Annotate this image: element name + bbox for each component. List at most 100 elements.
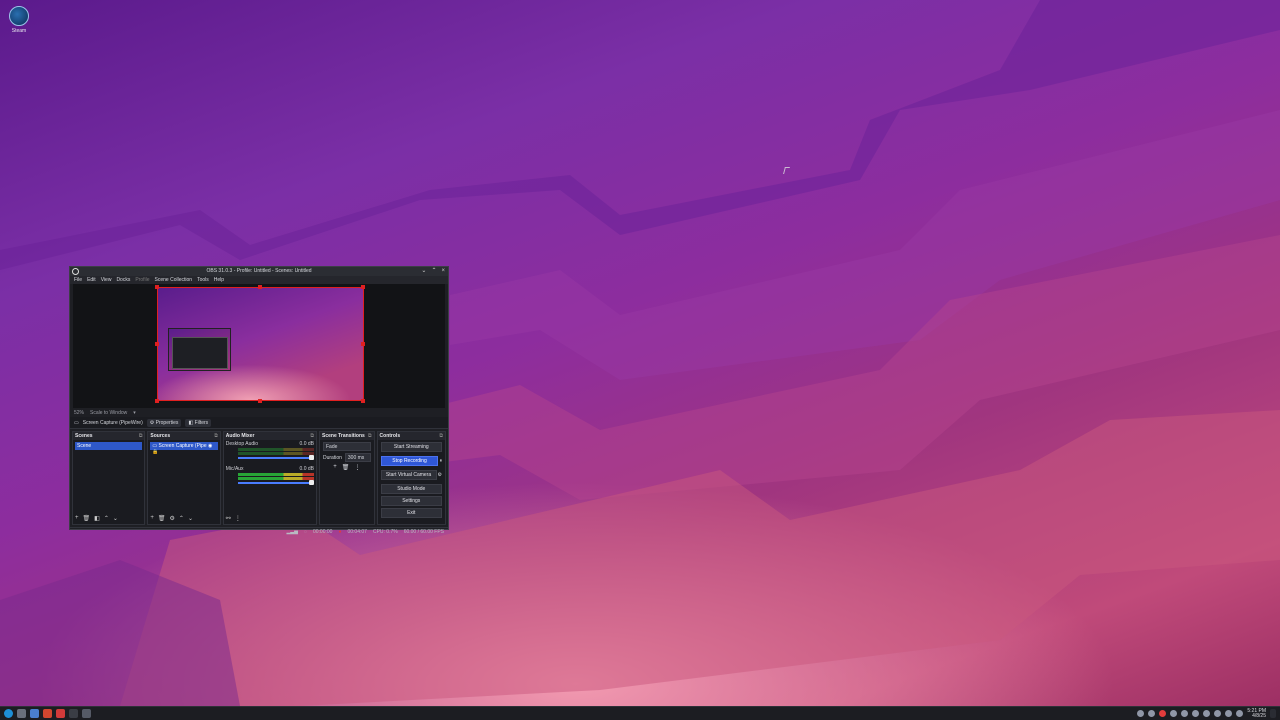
lock-icon[interactable]: 🔒	[152, 449, 158, 455]
transition-select[interactable]: Fade	[323, 442, 371, 451]
show-desktop-icon[interactable]	[1270, 709, 1276, 718]
close-icon[interactable]: ×	[441, 267, 445, 276]
volume-meter	[237, 448, 314, 451]
preview-canvas[interactable]	[73, 284, 445, 408]
stop-recording-button[interactable]: Stop Recording	[380, 456, 439, 466]
stream-time: 00:00:00	[312, 529, 333, 535]
dock-float-icon[interactable]: ⧉	[368, 432, 372, 440]
scenes-dock: Scenes ⧉ Scene + 🗑 ◧ ⌃ ⌄	[72, 431, 146, 525]
add-icon[interactable]: +	[75, 515, 79, 522]
dock-float-icon[interactable]: ⧉	[310, 432, 314, 440]
desktop-icon-steam[interactable]: Steam	[6, 6, 32, 34]
start-virtual-camera-button[interactable]: Start Virtual Camera	[380, 470, 437, 480]
notifications-tray-icon[interactable]	[1214, 710, 1222, 717]
app-launcher-icon[interactable]	[4, 709, 13, 718]
volume-tray-icon[interactable]	[1181, 710, 1189, 717]
more-options-icon[interactable]: ⋮	[354, 464, 360, 471]
move-up-icon[interactable]: ⌃	[179, 515, 184, 522]
move-up-icon[interactable]: ⌃	[104, 515, 109, 522]
steam-tray-icon[interactable]	[1137, 710, 1145, 717]
monitor-icon: ▭	[74, 419, 79, 426]
resize-handle[interactable]	[155, 342, 159, 346]
menu-edit[interactable]: Edit	[87, 276, 96, 284]
terminal-icon[interactable]	[69, 709, 78, 718]
menu-file[interactable]: File	[74, 276, 82, 284]
gear-icon[interactable]: ⚙	[170, 515, 175, 522]
filter-icon[interactable]: ◧	[94, 515, 100, 522]
menu-help[interactable]: Help	[214, 276, 224, 284]
clipboard-tray-icon[interactable]	[1170, 710, 1178, 717]
trash-icon[interactable]: 🗑	[342, 464, 350, 471]
scale-mode-select[interactable]: Scale to Window	[90, 409, 127, 417]
scene-transitions-title: Scene Transitions	[322, 433, 365, 439]
browser-icon[interactable]	[43, 709, 52, 718]
start-streaming-button[interactable]: Start Streaming	[380, 442, 442, 452]
menu-profile[interactable]: Profile	[135, 276, 149, 284]
channel-name: Mic/Aux	[225, 466, 244, 472]
steam-icon	[9, 6, 29, 26]
resize-handle[interactable]	[155, 399, 159, 403]
resize-handle[interactable]	[361, 342, 365, 346]
bluetooth-tray-icon[interactable]	[1192, 710, 1200, 717]
filter-icon: ◧	[188, 419, 194, 426]
resize-handle[interactable]	[361, 399, 365, 403]
channel-db: 0.0 dB	[299, 441, 314, 447]
selected-source-name: Screen Capture (PipeWire)	[82, 419, 143, 426]
dock-float-icon[interactable]: ⧉	[139, 432, 143, 440]
menu-tools[interactable]: Tools	[197, 276, 209, 284]
add-icon[interactable]: +	[150, 515, 154, 522]
volume-slider[interactable]	[237, 455, 315, 460]
move-down-icon[interactable]: ⌄	[113, 515, 118, 522]
task-switcher-icon[interactable]	[17, 709, 26, 718]
resize-handle[interactable]	[155, 285, 159, 289]
media-app-icon[interactable]	[56, 709, 65, 718]
menu-docks[interactable]: Docks	[116, 276, 130, 284]
obs-window[interactable]: OBS 31.0.3 - Profile: Untitled - Scenes:…	[69, 266, 449, 535]
visibility-eye-icon[interactable]: ◉	[208, 443, 212, 449]
recording-tray-icon[interactable]	[1159, 710, 1167, 717]
resize-handle[interactable]	[258, 285, 262, 289]
filters-button[interactable]: ◧ Filters	[185, 418, 212, 427]
network-tray-icon[interactable]	[1148, 710, 1156, 717]
obs-taskbar-icon[interactable]	[82, 709, 91, 718]
pause-icon[interactable]: ⏸	[439, 458, 442, 464]
clock-date: 4/8/25	[1252, 712, 1266, 719]
window-titlebar[interactable]: OBS 31.0.3 - Profile: Untitled - Scenes:…	[70, 267, 448, 276]
record-icon: ●	[338, 529, 342, 535]
updates-tray-icon[interactable]	[1225, 710, 1233, 717]
trash-icon[interactable]: 🗑	[83, 515, 91, 522]
menu-scene-collection[interactable]: Scene Collection	[155, 276, 193, 284]
more-options-icon[interactable]: ⋮	[235, 515, 241, 522]
scene-list-item[interactable]: Scene	[75, 442, 143, 450]
gear-icon[interactable]: ⚙	[438, 472, 442, 478]
dock-float-icon[interactable]: ⧉	[214, 432, 218, 440]
link-icon[interactable]: ⚯	[226, 515, 231, 522]
battery-tray-icon[interactable]	[1203, 710, 1211, 717]
trash-icon[interactable]: 🗑	[158, 515, 166, 522]
dock-area: Scenes ⧉ Scene + 🗑 ◧ ⌃ ⌄ Sources ⧉ ▭ Scree…	[70, 429, 448, 527]
settings-button[interactable]: Settings	[380, 496, 442, 506]
minimize-icon[interactable]: ⌄	[421, 267, 426, 276]
expand-tray-icon[interactable]	[1236, 710, 1244, 717]
resize-handle[interactable]	[361, 285, 365, 289]
add-icon[interactable]: +	[333, 464, 337, 471]
chevron-down-icon[interactable]: ▾	[133, 409, 136, 417]
properties-button[interactable]: ⚙ Properties	[146, 418, 182, 427]
menu-view[interactable]: View	[101, 276, 112, 284]
file-manager-icon[interactable]	[30, 709, 39, 718]
sources-dock-title: Sources	[150, 433, 171, 439]
status-bar: ▂▃▅ ◌ 00:00:00 ● 00:04:07 CPU: 0.7% 60.0…	[70, 527, 448, 536]
dock-float-icon[interactable]: ⧉	[439, 432, 443, 440]
record-time: 00:04:07	[347, 529, 367, 535]
screen-capture-source[interactable]	[157, 287, 364, 401]
source-list-item[interactable]: ▭ Screen Capture (Pipe ◉ 🔒	[150, 442, 218, 455]
sources-dock: Sources ⧉ ▭ Screen Capture (Pipe ◉ 🔒 + 🗑 …	[147, 431, 221, 525]
duration-input[interactable]: 300 ms	[344, 453, 371, 462]
resize-handle[interactable]	[258, 399, 262, 403]
clock[interactable]: 5:21 PM 4/8/25	[1247, 708, 1266, 719]
maximize-icon[interactable]: ⌃	[431, 267, 436, 276]
move-down-icon[interactable]: ⌄	[188, 515, 193, 522]
studio-mode-button[interactable]: Studio Mode	[380, 484, 442, 494]
volume-slider[interactable]	[237, 480, 315, 485]
exit-button[interactable]: Exit	[380, 508, 442, 518]
